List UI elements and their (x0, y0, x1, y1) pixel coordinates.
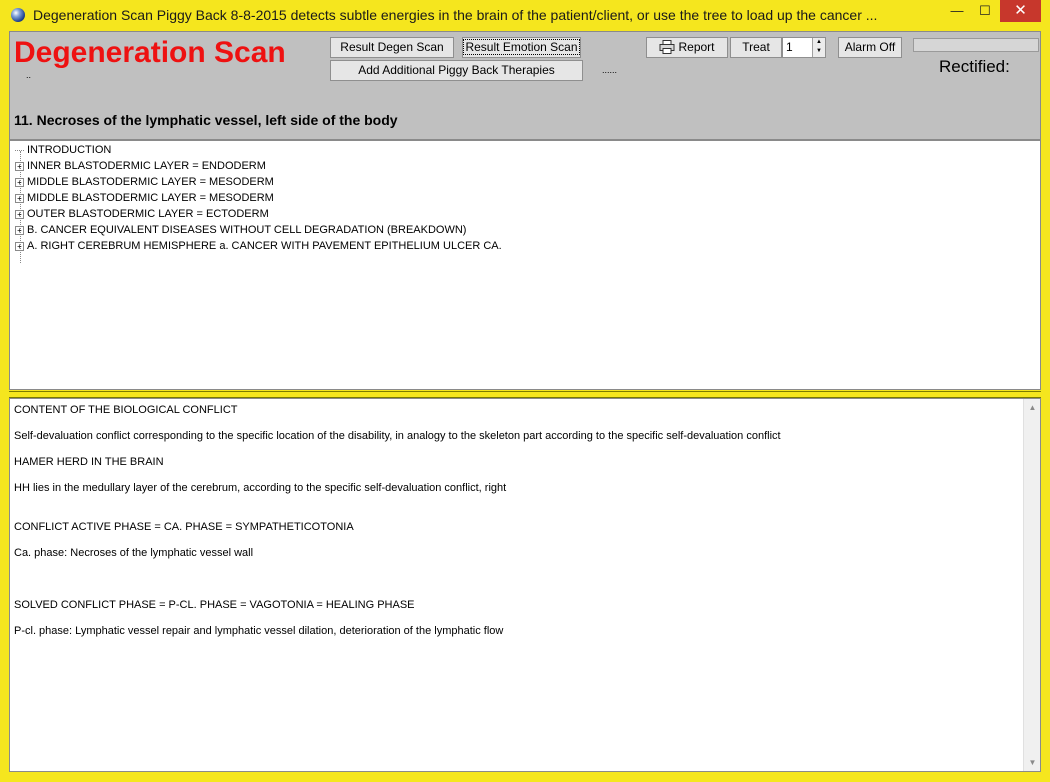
close-button[interactable]: ✕ (1000, 0, 1041, 22)
panel-splitter[interactable] (9, 391, 1041, 398)
scan-progress-bar (913, 38, 1039, 52)
status-dots-left: .. (26, 70, 32, 80)
add-therapies-button[interactable]: Add Additional Piggy Back Therapies (330, 60, 583, 81)
content-heading: SOLVED CONFLICT PHASE = P-CL. PHASE = VA… (14, 599, 415, 611)
chevron-down-icon[interactable]: ▼ (813, 47, 825, 56)
content-paragraph: Ca. phase: Necroses of the lymphatic ves… (14, 547, 254, 559)
alarm-off-button[interactable]: Alarm Off (838, 37, 902, 58)
treat-button[interactable]: Treat (730, 37, 782, 58)
content-text-area[interactable]: CONTENT OF THE BIOLOGICAL CONFLICT Self-… (9, 398, 1041, 772)
treat-count-stepper[interactable]: 1 ▲ ▼ (782, 37, 826, 58)
content-heading: CONTENT OF THE BIOLOGICAL CONFLICT (14, 404, 238, 416)
tree-item[interactable]: + A. RIGHT CEREBRUM HEMISPHERE a. CANCER … (15, 238, 502, 254)
app-icon (11, 8, 25, 22)
app-title: Degeneration Scan (14, 36, 286, 69)
expand-icon[interactable]: + (15, 161, 24, 171)
tree-item-label: INTRODUCTION (27, 144, 112, 156)
stepper-arrows[interactable]: ▲ ▼ (812, 38, 825, 57)
content-heading: CONFLICT ACTIVE PHASE = CA. PHASE = SYMP… (14, 521, 354, 533)
chevron-up-icon[interactable]: ▲ (813, 38, 825, 47)
result-degen-scan-button[interactable]: Result Degen Scan (330, 37, 454, 58)
header-panel: Degeneration Scan .. Result Degen Scan R… (9, 31, 1041, 140)
result-emotion-scan-label: Result Emotion Scan (463, 39, 580, 55)
window-title: Degeneration Scan Piggy Back 8-8-2015 de… (33, 7, 878, 23)
tree-item[interactable]: + MIDDLE BLASTODERMIC LAYER = MESODERM (15, 190, 274, 206)
treat-count-value: 1 (786, 40, 793, 54)
vertical-scrollbar[interactable]: ▲ ▼ (1023, 399, 1040, 771)
tree-item-label: OUTER BLASTODERMIC LAYER = ECTODERM (27, 208, 269, 220)
printer-icon (659, 40, 675, 54)
status-dots-mid: ...... (602, 65, 618, 75)
maximize-button[interactable]: ☐ (972, 0, 998, 22)
expand-icon[interactable]: + (15, 209, 24, 219)
content-paragraph: HH lies in the medullary layer of the ce… (14, 482, 507, 494)
tree-item-label: MIDDLE BLASTODERMIC LAYER = MESODERM (27, 176, 274, 188)
add-therapies-label: Add Additional Piggy Back Therapies (358, 63, 555, 77)
tree-item[interactable]: + MIDDLE BLASTODERMIC LAYER = MESODERM (15, 174, 274, 190)
content-paragraph: Self-devaluation conflict corresponding … (14, 430, 781, 442)
tree-item-label: A. RIGHT CEREBRUM HEMISPHERE a. CANCER W… (27, 240, 502, 252)
minimize-button[interactable]: — (944, 0, 970, 22)
report-label: Report (678, 40, 715, 54)
page-subtitle: 11. Necroses of the lymphatic vessel, le… (14, 112, 398, 128)
content-heading: HAMER HERD IN THE BRAIN (14, 456, 164, 468)
treat-label: Treat (742, 40, 770, 54)
tree-item[interactable]: + INNER BLASTODERMIC LAYER = ENDODERM (15, 158, 266, 174)
expand-icon[interactable]: + (15, 177, 24, 187)
tree-item[interactable]: + OUTER BLASTODERMIC LAYER = ECTODERM (15, 206, 269, 222)
rectified-label: Rectified: (939, 57, 1010, 76)
expand-icon[interactable]: + (15, 241, 24, 251)
expand-icon[interactable]: + (15, 193, 24, 203)
tree-item[interactable]: INTRODUCTION (15, 142, 111, 158)
tree-item-label: INNER BLASTODERMIC LAYER = ENDODERM (27, 160, 266, 172)
content-paragraph: P-cl. phase: Lymphatic vessel repair and… (14, 625, 504, 637)
report-button[interactable]: Report (646, 37, 728, 58)
tree-leaf-dash (15, 149, 24, 151)
tree-item-label: B. CANCER EQUIVALENT DISEASES WITHOUT CE… (27, 224, 467, 236)
alarm-off-label: Alarm Off (844, 40, 896, 54)
result-emotion-scan-button[interactable]: Result Emotion Scan (462, 37, 581, 58)
expand-icon[interactable]: + (15, 225, 24, 235)
tree-view[interactable]: INTRODUCTION + INNER BLASTODERMIC LAYER =… (9, 140, 1041, 390)
result-degen-scan-label: Result Degen Scan (340, 40, 444, 54)
scroll-up-icon[interactable]: ▲ (1024, 399, 1040, 416)
tree-item[interactable]: + B. CANCER EQUIVALENT DISEASES WITHOUT C… (15, 222, 466, 238)
tree-item-label: MIDDLE BLASTODERMIC LAYER = MESODERM (27, 192, 274, 204)
title-bar: Degeneration Scan Piggy Back 8-8-2015 de… (0, 0, 1050, 31)
scroll-down-icon[interactable]: ▼ (1024, 754, 1040, 771)
